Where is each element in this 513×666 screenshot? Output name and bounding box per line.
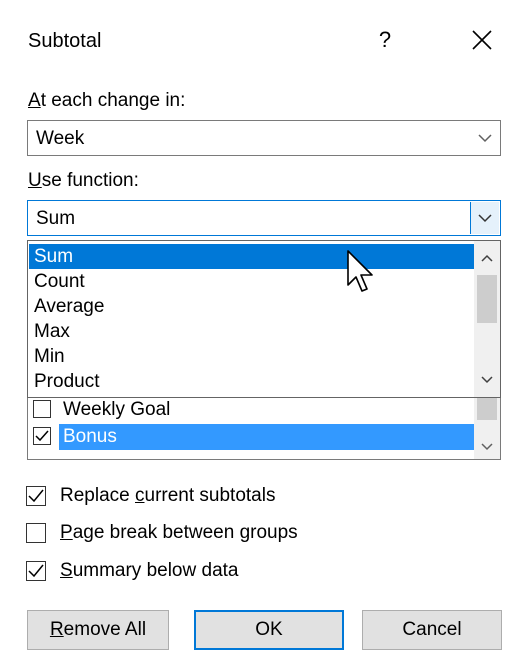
use-function-combo[interactable]: Sum xyxy=(27,200,501,236)
dropdown-scrollbar[interactable] xyxy=(474,241,500,397)
list-item-label: Weekly Goal xyxy=(63,399,171,420)
help-button[interactable]: ? xyxy=(370,22,400,58)
checkbox[interactable] xyxy=(26,486,46,506)
checkmark-icon xyxy=(28,564,44,578)
dropdown-option-average[interactable]: Average xyxy=(29,294,476,319)
chevron-down-icon[interactable] xyxy=(474,437,500,457)
dropdown-option-min[interactable]: Min xyxy=(29,344,476,369)
dropdown-option-count[interactable]: Count xyxy=(29,269,476,294)
close-button[interactable] xyxy=(464,22,500,58)
chevron-down-icon[interactable] xyxy=(470,202,499,234)
page-break-label: Page break between groups xyxy=(60,522,298,543)
close-icon xyxy=(472,30,492,50)
chevron-up-icon[interactable] xyxy=(474,247,500,269)
dropdown-option-product[interactable]: Product xyxy=(29,369,476,394)
dropdown-option-sum[interactable]: Sum xyxy=(29,244,476,269)
summary-below-label: Summary below data xyxy=(60,560,239,581)
use-function-label: Use function: xyxy=(28,170,139,191)
dropdown-option-max[interactable]: Max xyxy=(29,319,476,344)
list-item[interactable]: Weekly Goal xyxy=(33,397,473,423)
change-in-value: Week xyxy=(36,128,85,149)
use-function-dropdown[interactable]: Sum Count Average Max Min Product xyxy=(27,240,501,398)
checkmark-icon xyxy=(28,489,44,503)
list-item-label: Bonus xyxy=(59,424,477,450)
checkbox[interactable] xyxy=(33,427,51,445)
checkbox[interactable] xyxy=(26,561,46,581)
use-function-value: Sum xyxy=(36,208,76,229)
change-in-label: At each change in: xyxy=(28,90,186,111)
subtotal-dialog: Subtotal ? At each change in: Week Use f… xyxy=(0,0,513,666)
scroll-thumb[interactable] xyxy=(477,275,497,323)
checkbox[interactable] xyxy=(33,400,51,418)
ok-button[interactable]: OK xyxy=(194,610,344,650)
change-in-combo[interactable]: Week xyxy=(27,120,501,156)
chevron-down-icon[interactable] xyxy=(474,369,500,391)
checkbox[interactable] xyxy=(26,523,46,543)
checkmark-icon xyxy=(35,430,49,442)
remove-all-button[interactable]: Remove All xyxy=(27,610,169,650)
mouse-cursor-icon xyxy=(347,250,373,292)
list-item[interactable]: Bonus xyxy=(33,424,477,450)
chevron-down-icon[interactable] xyxy=(471,122,499,154)
cancel-button[interactable]: Cancel xyxy=(362,610,502,650)
dialog-title: Subtotal xyxy=(28,30,102,52)
replace-subtotals-label: Replace current subtotals xyxy=(60,485,276,506)
